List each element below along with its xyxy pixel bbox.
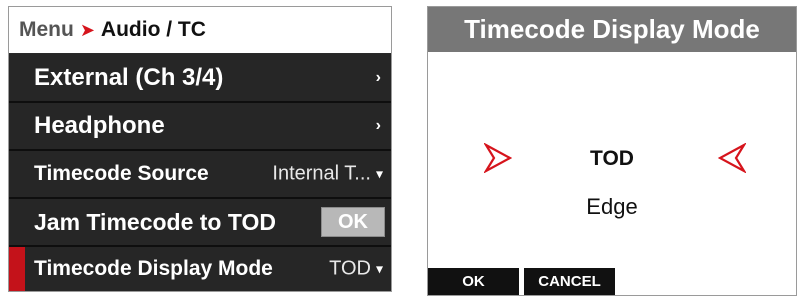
chevron-down-icon: ▾ xyxy=(375,165,383,182)
timecode-source-select[interactable]: Internal T... ▾ xyxy=(272,163,383,186)
cancel-button[interactable]: CANCEL xyxy=(524,268,615,295)
menu-item-label: Timecode Display Mode xyxy=(34,257,273,280)
chevron-down-icon: ▾ xyxy=(375,260,383,277)
menu-item-label: Timecode Source xyxy=(34,162,209,185)
ok-button[interactable]: OK xyxy=(428,268,519,295)
menu-item-jam-timecode[interactable]: Jam Timecode to TOD OK xyxy=(9,199,391,245)
menu-item-label: External (Ch 3/4) xyxy=(34,63,224,91)
menu-item-headphone[interactable]: Headphone › xyxy=(9,103,391,149)
chevron-right-icon: › xyxy=(375,68,381,86)
timecode-display-mode-dialog: Timecode Display Mode TOD Edge OK CANCEL xyxy=(427,6,797,296)
arrow-left-outline-icon[interactable] xyxy=(717,142,748,178)
breadcrumb-menu[interactable]: Menu xyxy=(19,18,74,42)
timecode-display-mode-select[interactable]: TOD ▾ xyxy=(329,258,383,281)
menu-panel: Menu ➤ Audio / TC External (Ch 3/4) › He… xyxy=(8,6,392,292)
breadcrumb-current: Audio / TC xyxy=(100,18,206,41)
menu-item-timecode-source[interactable]: Timecode Source Internal T... ▾ xyxy=(9,151,391,197)
chevron-right-icon: ➤ xyxy=(79,19,95,40)
menu-item-timecode-display-mode[interactable]: Timecode Display Mode TOD ▾ xyxy=(9,247,391,291)
breadcrumb: Menu ➤ Audio / TC xyxy=(9,7,391,54)
option-edge[interactable]: Edge xyxy=(428,194,796,220)
timecode-display-mode-value: TOD xyxy=(329,257,371,280)
timecode-source-value: Internal T... xyxy=(272,162,371,185)
selection-indicator xyxy=(9,247,25,291)
menu-item-label: Jam Timecode to TOD xyxy=(34,208,276,235)
menu-item-external[interactable]: External (Ch 3/4) › xyxy=(9,54,391,101)
jam-ok-button[interactable]: OK xyxy=(321,207,385,237)
dialog-title: Timecode Display Mode xyxy=(428,7,796,52)
menu-item-label: Headphone xyxy=(34,112,165,139)
chevron-right-icon: › xyxy=(375,117,381,134)
